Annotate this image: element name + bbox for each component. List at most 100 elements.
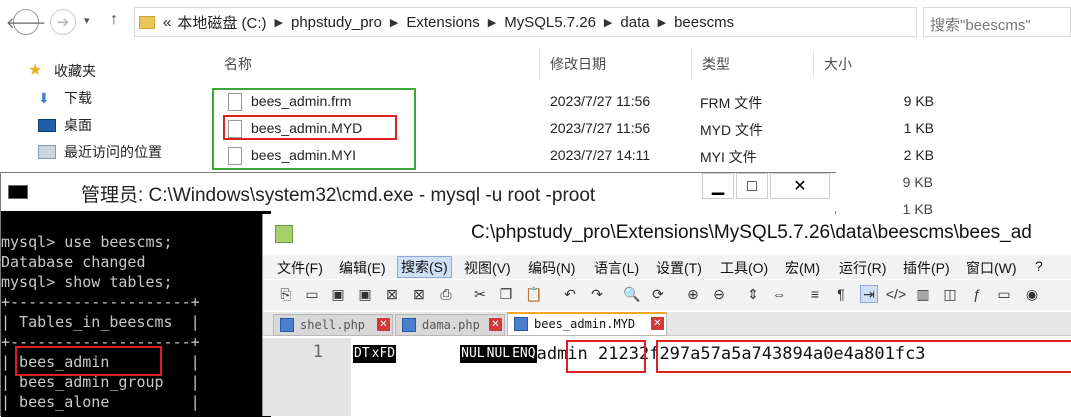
sidebar-item-downloads[interactable]: ⬇ 下载 — [38, 88, 92, 108]
breadcrumb-phpstudy[interactable]: phpstudy_pro — [291, 14, 382, 31]
console-line: | Tables_in_beescms | — [1, 313, 200, 331]
address-overflow[interactable]: « — [163, 14, 171, 31]
function-list-icon[interactable]: ƒ — [968, 285, 986, 303]
control-char: DT — [353, 345, 371, 363]
sync-horizontal-icon[interactable]: ⇔ — [770, 285, 788, 303]
save-icon[interactable]: ▣ — [329, 285, 347, 303]
navigation-pane: ★ 收藏夹 ⬇ 下载 桌面 最近访问的位置 — [0, 56, 200, 170]
breadcrumb-mysql[interactable]: MySQL5.7.26 — [504, 14, 596, 31]
sync-vertical-icon[interactable]: ⇕ — [744, 285, 762, 303]
npp-title-bar: C:\phpstudy_pro\Extensions\MySQL5.7.26\d… — [263, 214, 1071, 252]
search-input[interactable]: 搜索"beescms" — [923, 7, 1071, 37]
control-char: ENQ — [511, 345, 537, 363]
menu-language[interactable]: 语言(L) — [594, 258, 639, 278]
back-button[interactable]: 🡐 — [6, 9, 46, 35]
close-tab-icon[interactable]: ✕ — [489, 318, 502, 331]
address-bar[interactable]: « 本地磁盘 (C:) ▶ phpstudy_pro ▶ Extensions ▶ M… — [134, 7, 917, 37]
desktop-icon — [38, 118, 56, 132]
recent-places-icon — [38, 145, 56, 159]
console-line: mysql> show tables; — [1, 273, 173, 291]
menu-run[interactable]: 运行(R) — [839, 258, 886, 278]
breadcrumb-beescms[interactable]: beescms — [674, 14, 734, 31]
line-number: 1 — [263, 338, 351, 416]
new-file-icon[interactable]: ⎘ — [277, 285, 295, 303]
recent-dropdown-icon[interactable]: ▾ — [84, 14, 90, 27]
folder-icon — [139, 15, 155, 29]
menu-file[interactable]: 文件(F) — [277, 258, 323, 278]
file-date: 2023/7/27 11:56 — [550, 120, 651, 136]
console-line: mysql> use beescms; — [1, 233, 173, 251]
sidebar-item-recent[interactable]: 最近访问的位置 — [38, 142, 162, 162]
tab-bar: shell.php ✕ dama.php ✕ bees_admin.MYD ✕ — [263, 312, 1071, 336]
file-date: 2023/7/27 14:11 — [550, 147, 651, 163]
file-size: 2 KB — [903, 147, 934, 163]
console-output[interactable]: mysql> use beescms; Database changed mysql… — [1, 211, 271, 417]
control-char: xFD — [370, 345, 397, 363]
console-line: +--------------------+ — [1, 293, 200, 311]
menu-view[interactable]: 视图(V) — [464, 258, 511, 278]
menu-help[interactable]: ? — [1035, 258, 1043, 274]
zoom-in-icon[interactable]: ⊕ — [684, 285, 702, 303]
open-file-icon[interactable]: ▭ — [303, 285, 321, 303]
menu-settings[interactable]: 设置(T) — [656, 258, 702, 278]
replace-icon[interactable]: ⟳ — [649, 285, 667, 303]
close-file-icon[interactable]: ⊠ — [383, 285, 401, 303]
menu-search[interactable]: 搜索(S) — [397, 256, 452, 278]
file-size: 9 KB — [902, 174, 933, 190]
control-char: NUL — [460, 345, 486, 363]
saved-disk-icon — [402, 318, 416, 332]
close-all-icon[interactable]: ⊠ — [410, 285, 428, 303]
breadcrumb-drive[interactable]: 本地磁盘 (C:) — [177, 12, 266, 33]
console-line: | bees_alone | — [1, 393, 200, 411]
close-tab-icon[interactable]: ✕ — [377, 318, 390, 331]
breadcrumb-data[interactable]: data — [620, 14, 649, 31]
column-type[interactable]: 类型 — [692, 50, 814, 78]
minimize-button[interactable]: ▁ — [702, 173, 734, 199]
toolbar: ⎘ ▭ ▣ ▣ ⊠ ⊠ ⎙ ✂ ❐ 📋 ↶ ↷ 🔍 ⟳ ⊕ ⊖ ⇕ ⇔ ≡ ¶ … — [263, 280, 1071, 310]
npp-title: C:\phpstudy_pro\Extensions\MySQL5.7.26\d… — [471, 222, 1032, 243]
menu-encoding[interactable]: 编码(N) — [528, 258, 575, 278]
menu-edit[interactable]: 编辑(E) — [339, 258, 386, 278]
cut-icon[interactable]: ✂ — [471, 285, 489, 303]
tab-shell-php[interactable]: shell.php ✕ — [273, 314, 393, 336]
star-icon: ★ — [28, 62, 43, 79]
forward-button[interactable]: ➔ — [50, 9, 76, 35]
file-explorer-window: 🡐 ➔ ▾ ↑ « 本地磁盘 (C:) ▶ phpstudy_pro ▶ Exten… — [0, 0, 1071, 170]
menu-macro[interactable]: 宏(M) — [785, 258, 820, 278]
sidebar-item-favorites[interactable]: ★ 收藏夹 — [28, 61, 96, 81]
cmd-icon — [8, 185, 28, 199]
saved-disk-icon — [280, 318, 294, 332]
column-name[interactable]: 名称 — [214, 50, 540, 78]
close-button[interactable]: ✕ — [770, 173, 830, 199]
print-icon[interactable]: ⎙ — [437, 285, 455, 303]
xml-tag-icon[interactable]: </> — [886, 285, 906, 303]
doc-map-icon[interactable]: ◫ — [941, 285, 959, 303]
paste-icon[interactable]: 📋 — [525, 285, 543, 303]
column-size[interactable]: 大小 — [814, 50, 942, 78]
tab-dama-php[interactable]: dama.php ✕ — [395, 314, 505, 336]
book-icon[interactable]: ▥ — [914, 285, 932, 303]
breadcrumb-extensions[interactable]: Extensions — [406, 14, 479, 31]
record-macro-icon[interactable]: ◉ — [1023, 285, 1041, 303]
sidebar-item-desktop[interactable]: 桌面 — [38, 115, 92, 135]
find-icon[interactable]: 🔍 — [623, 285, 641, 303]
show-all-chars-icon[interactable]: ¶ — [832, 285, 850, 303]
menu-window[interactable]: 窗口(W) — [966, 258, 1017, 278]
redo-icon[interactable]: ↷ — [588, 285, 606, 303]
monitor-icon[interactable]: ▭ — [995, 285, 1013, 303]
word-wrap-icon[interactable]: ≡ — [806, 285, 824, 303]
close-tab-icon[interactable]: ✕ — [651, 317, 664, 330]
undo-icon[interactable]: ↶ — [561, 285, 579, 303]
menu-tools[interactable]: 工具(O) — [720, 258, 768, 278]
up-arrow-icon[interactable]: ↑ — [110, 11, 118, 29]
maximize-button[interactable]: □ — [736, 173, 768, 199]
save-all-icon[interactable]: ▣ — [356, 285, 374, 303]
column-date[interactable]: 修改日期 — [540, 50, 692, 78]
red-highlight-bees-admin — [15, 346, 162, 376]
indent-guide-icon[interactable]: ⇥ — [860, 285, 878, 303]
menu-plugins[interactable]: 插件(P) — [903, 258, 950, 278]
copy-icon[interactable]: ❐ — [497, 285, 515, 303]
tab-bees-admin-myd[interactable]: bees_admin.MYD ✕ — [507, 312, 667, 336]
zoom-out-icon[interactable]: ⊖ — [710, 285, 728, 303]
menu-bar: 文件(F) 编辑(E) 搜索(S) 视图(V) 编码(N) 语言(L) 设置(T… — [263, 255, 1071, 279]
